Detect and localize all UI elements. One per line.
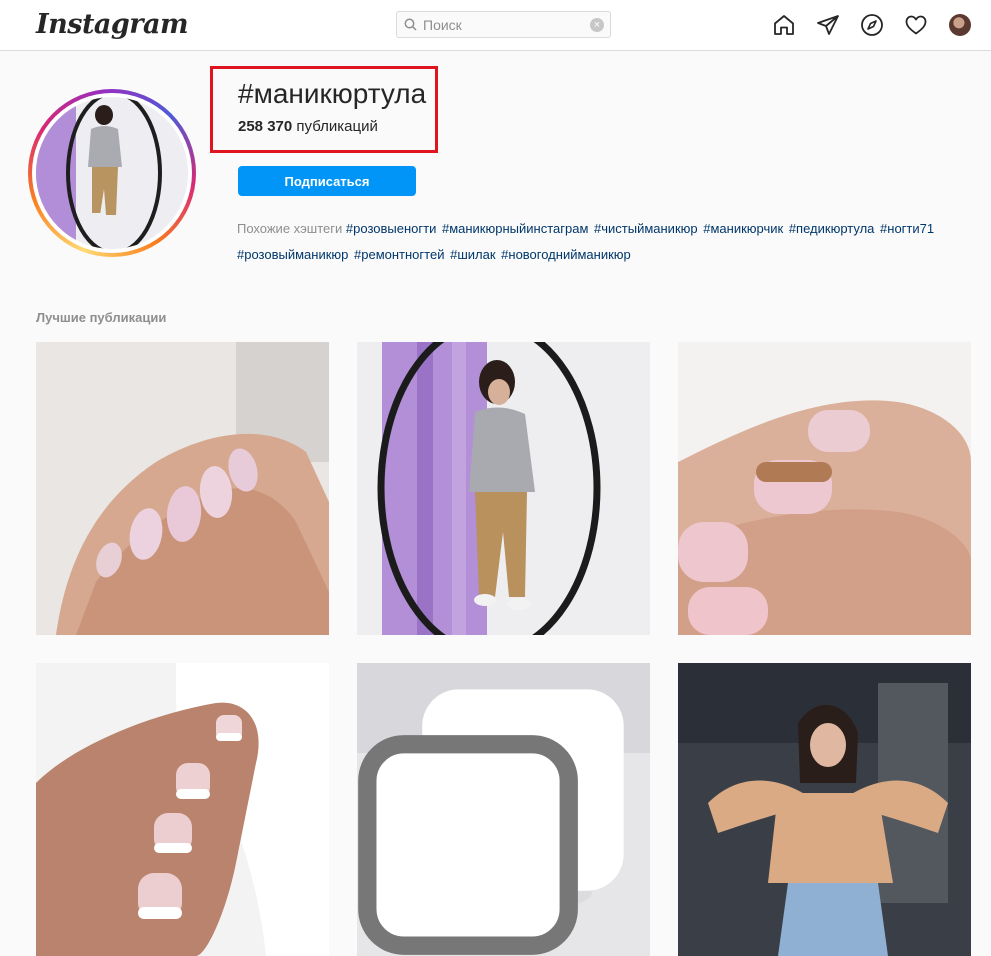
- post-purple-bracelet[interactable]: [357, 663, 650, 956]
- top-nav: Instagram ×: [0, 0, 991, 51]
- post-image: [357, 342, 650, 635]
- post-heart-hands-selfie[interactable]: [678, 663, 971, 956]
- hashtag-profile-ring: [28, 89, 196, 257]
- home-icon[interactable]: [772, 13, 796, 37]
- related-tag[interactable]: #чистыйманикюр: [594, 221, 698, 236]
- related-tag[interactable]: #маникюрчик: [703, 221, 783, 236]
- related-tag[interactable]: #розовыйманикюр: [237, 247, 348, 262]
- post-count: 258 370 публикаций: [238, 118, 378, 135]
- search-icon: [404, 18, 417, 31]
- post-count-value: 258 370: [238, 118, 293, 135]
- post-count-label: публикаций: [292, 118, 378, 135]
- carousel-icon: [358, 689, 624, 955]
- post-image: [678, 663, 971, 956]
- post-image: [36, 663, 329, 956]
- post-image: [678, 342, 971, 635]
- post-mirror-selfie[interactable]: [357, 342, 650, 635]
- post-french-manicure[interactable]: [36, 663, 329, 956]
- hashtag-profile-image: [36, 97, 188, 249]
- hashtag-title: #маникюртула: [238, 78, 427, 109]
- related-tag[interactable]: #розовыеногти: [346, 221, 436, 236]
- instagram-logo[interactable]: Instagram: [36, 9, 189, 40]
- activity-heart-icon[interactable]: [904, 13, 928, 37]
- direct-messages-icon[interactable]: [816, 13, 840, 37]
- related-tag[interactable]: #ногти71: [880, 221, 934, 236]
- clear-search-icon[interactable]: ×: [590, 18, 604, 32]
- related-tag[interactable]: #ремонтногтей: [354, 247, 444, 262]
- follow-button[interactable]: Подписаться: [238, 166, 416, 196]
- related-hashtags: Похожие хэштеги #розовыеногти #маникюрны…: [237, 216, 977, 268]
- related-tag[interactable]: #маникюрныйинстаграм: [442, 221, 588, 236]
- explore-compass-icon[interactable]: [860, 13, 884, 37]
- post-gold-glitter-nails[interactable]: [678, 342, 971, 635]
- related-tag[interactable]: #новогоднийманикюр: [501, 247, 631, 262]
- post-image: [36, 342, 329, 635]
- top-posts-title: Лучшие публикации: [36, 310, 167, 325]
- related-tag[interactable]: #педикюртула: [789, 221, 875, 236]
- search-input[interactable]: [423, 15, 583, 34]
- post-pink-glitter-nails[interactable]: [36, 342, 329, 635]
- search-box[interactable]: ×: [396, 11, 611, 38]
- profile-avatar[interactable]: [949, 14, 971, 36]
- related-tag[interactable]: #шилак: [450, 247, 495, 262]
- related-hashtags-label: Похожие хэштеги: [237, 221, 343, 236]
